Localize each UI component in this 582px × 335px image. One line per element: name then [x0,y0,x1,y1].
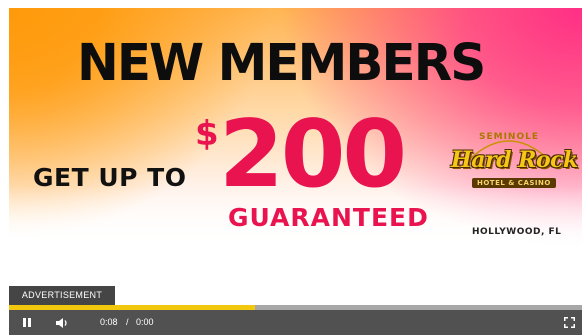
fullscreen-icon [563,317,575,328]
current-time: 0:08 [100,317,118,327]
volume-button[interactable] [53,310,71,335]
pause-icon [22,318,32,327]
offer-amount: 200 [219,100,407,208]
logo-brand-text: Hard Rock [451,147,578,173]
hard-rock-logo: SEMINOLE Hard Rock HOTEL & CASINO HOLLYW… [449,128,578,238]
volume-icon [56,317,67,328]
pause-button[interactable] [19,310,35,335]
currency-symbol: $ [195,114,219,154]
offer-prefix: GET UP TO [33,163,187,192]
ad-creative[interactable]: NEW MEMBERS GET UP TO $ 200 GUARANTEED S… [9,8,582,306]
control-bar: 0:08 / 0:00 [9,310,582,335]
logo-subtitle-text: HOTEL & CASINO [472,178,556,188]
duration: 0:00 [136,317,154,327]
fullscreen-button[interactable] [562,310,576,335]
time-separator: / [126,317,129,327]
offer-suffix: GUARANTEED [228,203,429,232]
advertisement-label: ADVERTISEMENT [9,286,115,305]
logo-location-text: HOLLYWOOD, FL [472,227,562,237]
video-player[interactable]: NEW MEMBERS GET UP TO $ 200 GUARANTEED S… [0,0,582,335]
logo-seminole-text: SEMINOLE [479,132,540,142]
ad-headline: NEW MEMBERS [77,34,486,93]
